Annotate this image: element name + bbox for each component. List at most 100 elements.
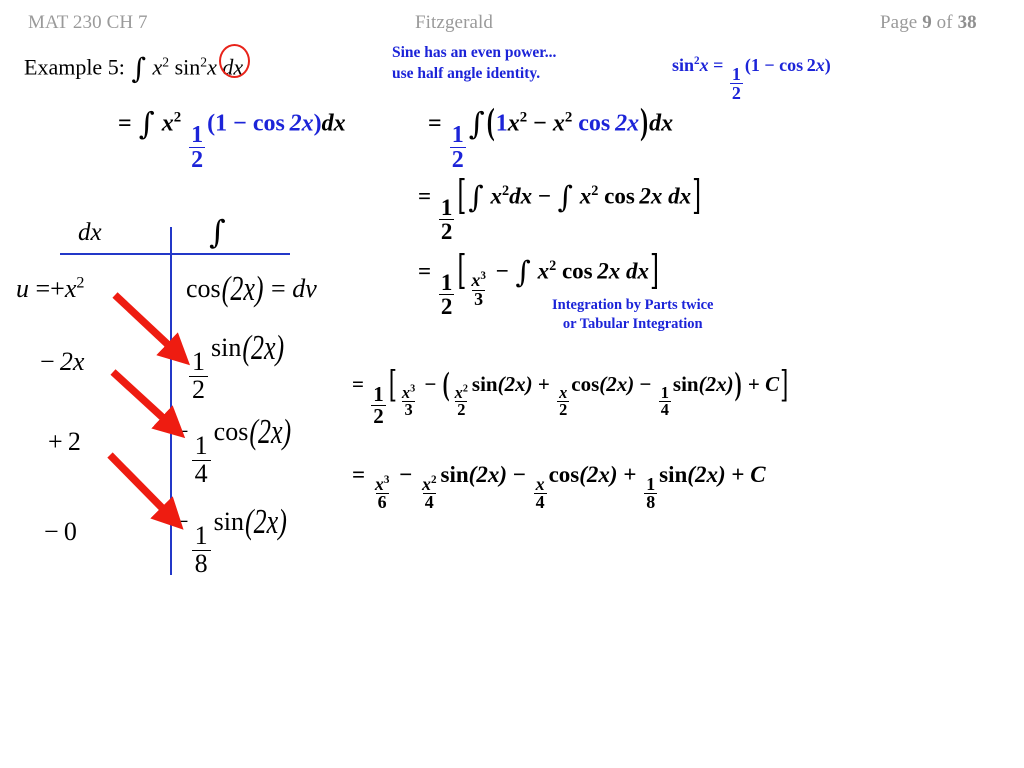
- eq1-dx: dx: [321, 110, 346, 137]
- eq4-constant: C: [765, 372, 780, 396]
- equation-2: = 1 2 [∫ x2dx − ∫ x2 cos 2x dx]: [418, 174, 702, 243]
- row1-arg: (2x): [221, 268, 264, 308]
- eq1-open-paren: (: [207, 110, 216, 137]
- row2-value: 2x: [59, 347, 85, 376]
- note-even-power-line2: use half angle identity.: [392, 64, 541, 82]
- table-row-2-right: 1 2 sin(2x): [186, 328, 285, 403]
- eq5-plus-c: +: [731, 462, 745, 487]
- eq5-cos-1-arg: (2x): [579, 462, 618, 487]
- eq3-left-bracket: [: [457, 248, 467, 295]
- row1-fn: cos: [186, 274, 221, 303]
- row4-sign: −: [44, 517, 59, 546]
- page-of: of: [936, 12, 953, 33]
- note-parts-line2: or Tabular Integration: [562, 316, 703, 333]
- eq2-x2: x: [579, 183, 592, 209]
- eq4-f2-num-exp: 2: [462, 383, 468, 395]
- eq4-f2-num: x2: [453, 382, 470, 402]
- row3-frac-num: 1: [194, 431, 208, 461]
- eq5-x-over-4: x4: [533, 475, 547, 513]
- table-header-integral-glyph: ∫: [209, 213, 226, 251]
- table-row-4-left: − 0: [44, 517, 77, 547]
- eq4-cos-1-arg: (2x): [599, 372, 635, 396]
- row3-arg: (2x): [249, 411, 292, 451]
- eq2-cos-arg: 2x: [639, 183, 663, 209]
- eq3-fraction: 12: [438, 269, 455, 318]
- equation-5-final-answer: = x3 6 − x2 4 sin(2x) − x 4 cos(2x) + 1 8 sin(2…: [352, 462, 766, 512]
- row4-arg: (2x): [245, 501, 287, 541]
- eq1b-x2: x: [552, 110, 565, 137]
- table-header-dx: dx: [78, 219, 102, 246]
- eq5-constant: C: [750, 462, 766, 487]
- identity-one: 1: [750, 55, 760, 75]
- eq5-f2-num-exp: 2: [430, 473, 437, 486]
- eq2-dx2: dx: [668, 183, 692, 209]
- eq3-right-bracket: ]: [649, 248, 659, 295]
- eq5-sin-1: sin: [440, 462, 469, 487]
- table-column-divider: [170, 227, 172, 575]
- tabular-integration-table: dx ∫ u =+x2 cos(2x) = dv − 2x 1 2 sin(2x) …: [0, 205, 400, 576]
- eq2-integral-2-icon: ∫: [557, 180, 574, 214]
- eq1b-x-exponent: 2: [519, 109, 528, 126]
- eq5-f2-num: x2: [420, 473, 439, 494]
- eq4-f3-num: x: [559, 382, 568, 402]
- eq3-frac2-num: x3: [469, 270, 488, 290]
- eq2-right-bracket: ]: [692, 173, 702, 220]
- example-problem-statement: Example 5: ∫ x2 sin2x dx: [24, 52, 243, 85]
- eq1b-one: 1: [495, 110, 508, 137]
- table-row-3-right: −1 4 cos(2x): [174, 412, 292, 488]
- integral-icon: ∫: [131, 52, 146, 85]
- table-row-3-left: + 2: [48, 427, 81, 457]
- eq4-x-over-2: x2: [557, 382, 570, 419]
- row3-value: 2: [67, 427, 81, 456]
- eq1b-dx: dx: [649, 110, 674, 137]
- identity-minus: −: [764, 55, 775, 75]
- row3-sign-r: −: [174, 417, 189, 446]
- row3-sign: +: [48, 427, 63, 456]
- eq1b-open-paren: (: [486, 102, 495, 144]
- eq1-close-paren: ): [313, 110, 322, 137]
- row2-frac-num: 1: [192, 347, 205, 377]
- eq1b-frac-num: 1: [451, 121, 464, 148]
- eq4-open-paren: (: [442, 365, 450, 403]
- eq3-frac-num: 1: [440, 269, 453, 295]
- eq4-f1-num-exp: 3: [410, 383, 416, 395]
- eq2-equals: =: [418, 183, 432, 209]
- eq3-frac2-den: 3: [472, 288, 486, 309]
- row1-equals: =: [35, 274, 51, 303]
- eq1-x-exponent: 2: [173, 109, 182, 126]
- identity-var: x: [699, 55, 709, 75]
- eq4-f4-num: 1: [660, 382, 669, 402]
- example-sin-var: x: [207, 54, 217, 80]
- eq1-equals: =: [118, 110, 132, 137]
- eq4-minus-1: −: [424, 372, 437, 396]
- eq1-frac-num: 1: [191, 121, 204, 148]
- eq1b-close-paren: ): [640, 102, 649, 144]
- eq4-f2-num-x: x: [454, 382, 463, 402]
- header-author-label: Fitzgerald: [415, 12, 493, 34]
- eq4-f1-num: x3: [400, 383, 417, 401]
- eq3-integral-icon: ∫: [515, 255, 531, 289]
- eq2-minus: −: [537, 183, 551, 209]
- eq2-x2-exponent: 2: [591, 182, 599, 199]
- eq5-f4-num: 1: [646, 473, 656, 494]
- eq5-sin-1-arg: (2x): [468, 462, 507, 487]
- note-parts-line1: Integration by Parts twice: [552, 297, 714, 313]
- eq2-dx: dx: [509, 183, 533, 209]
- row2-fraction: 12: [189, 349, 208, 403]
- eq3-frac2-num-exp: 3: [480, 270, 486, 283]
- eq4-x3-over-3: x3 3: [400, 383, 417, 420]
- eq1-integral-icon: ∫: [138, 106, 155, 142]
- eq4-one-over-4: 14: [658, 382, 671, 419]
- eq4-f1-den: 3: [402, 400, 415, 420]
- row3-frac-den: 4: [191, 459, 211, 488]
- note-integration-by-parts: Integration by Parts twice or Tabular In…: [552, 296, 713, 334]
- example-sin: sin: [174, 54, 201, 80]
- identity-frac-den: 2: [729, 82, 743, 103]
- eq5-x2-over-4: x2 4: [420, 473, 439, 513]
- example-x-exponent: 2: [162, 54, 170, 70]
- table-header-integral-icon: ∫: [208, 213, 227, 251]
- row1-sign: +: [50, 274, 65, 303]
- identity-equals: =: [713, 55, 724, 75]
- header-author-text: Fitzgerald: [415, 12, 494, 33]
- eq1-x: x: [161, 110, 174, 137]
